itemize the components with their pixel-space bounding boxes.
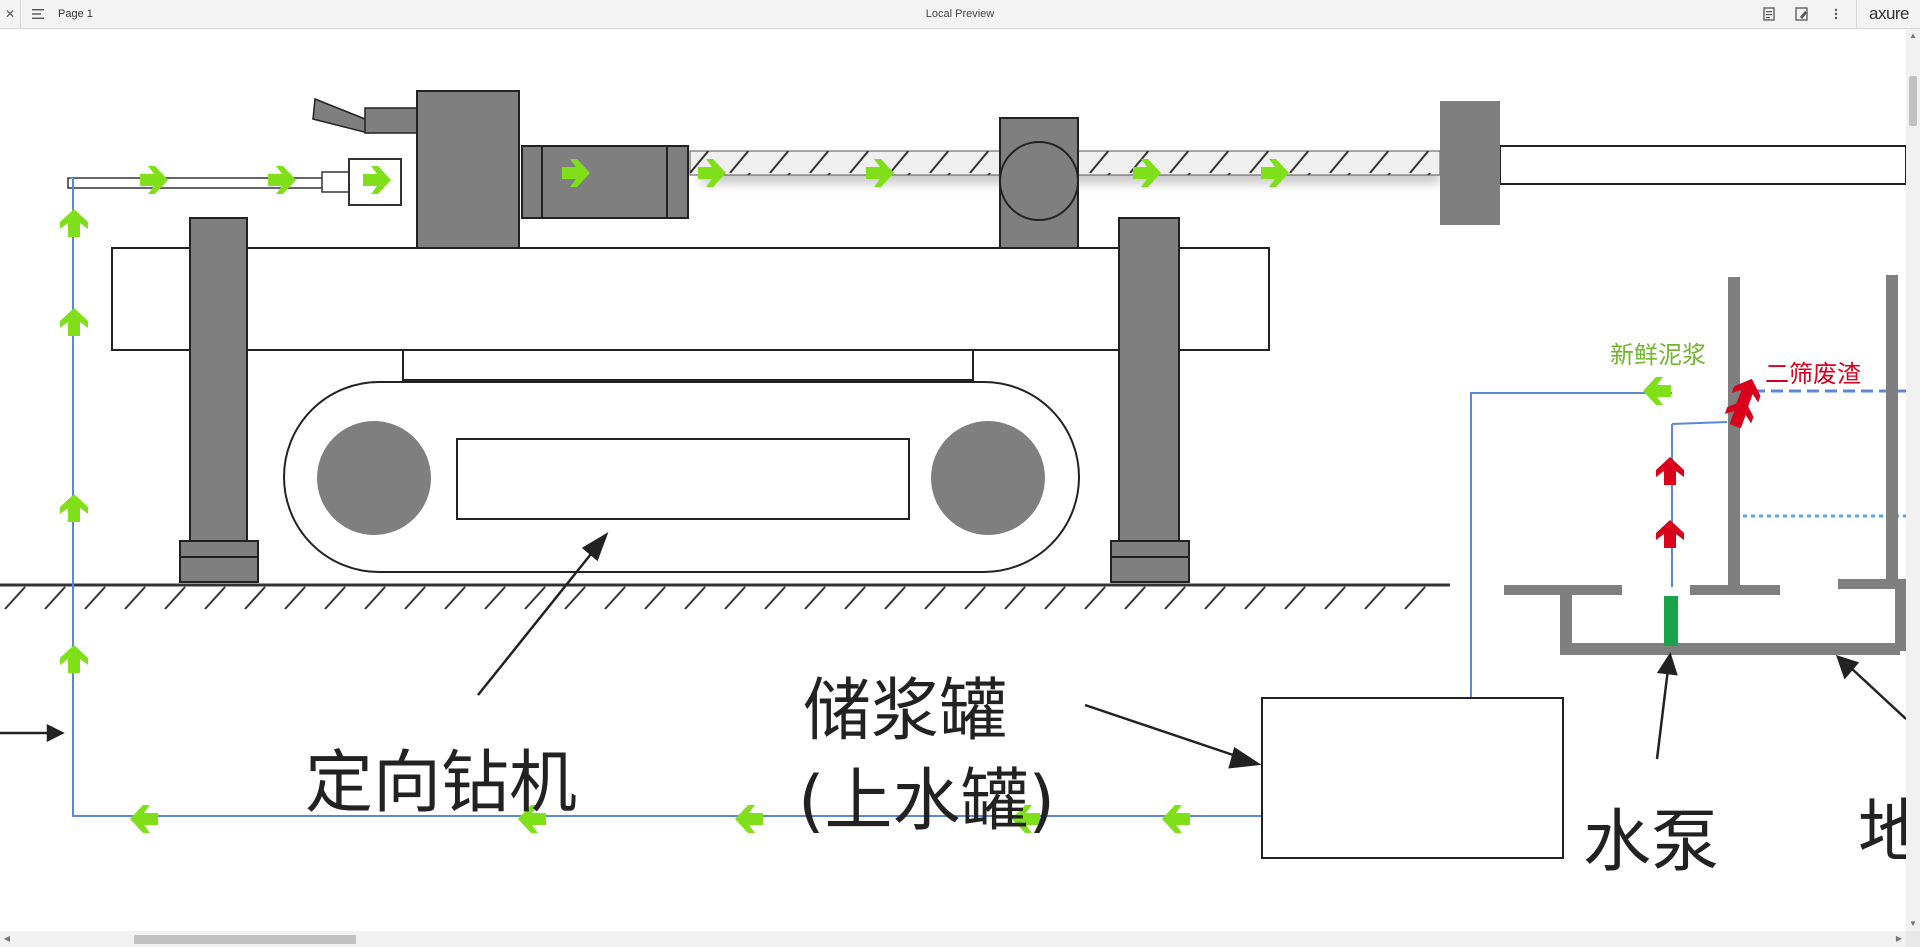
ground-pit-label: 地 [1858, 793, 1906, 872]
feed-pipe [67, 158, 402, 206]
ground-line [0, 583, 1450, 610]
drill-label: 定向钻机 [305, 744, 577, 823]
horizontal-scroll-thumb[interactable] [134, 935, 356, 944]
fresh-mud-label: 新鲜泥浆 [1610, 341, 1706, 369]
page-canvas: 定向钻机 储浆罐 (上水罐) 水泵 地 新鲜泥浆 二筛废渣 [0, 29, 1906, 931]
scroll-down-icon[interactable]: ▼ [1906, 917, 1920, 931]
sitemap-menu-icon[interactable] [30, 6, 46, 22]
close-icon[interactable]: ✕ [0, 0, 20, 28]
scroll-left-icon[interactable]: ◀ [0, 931, 14, 947]
notes-icon[interactable] [1761, 6, 1777, 22]
axure-logo: axure [1868, 4, 1910, 23]
rod-end-clamp [1440, 101, 1500, 225]
tank-label-line1: 储浆罐 [803, 672, 1007, 751]
vertical-scrollbar[interactable]: ▲ ▼ [1906, 29, 1920, 931]
storage-tank [1261, 697, 1564, 859]
page-name[interactable]: Page 1 [58, 0, 93, 28]
more-icon[interactable] [1828, 6, 1844, 22]
vertical-scroll-thumb[interactable] [1909, 76, 1917, 126]
preview-toolbar: ✕ Page 1 Local Preview axure [0, 0, 1920, 29]
preview-title: Local Preview [925, 8, 995, 20]
water-pump-body [1664, 596, 1678, 646]
crawler-track [283, 381, 1080, 573]
pump-label: 水泵 [1583, 803, 1719, 882]
toolbar-divider [20, 0, 21, 28]
mud-pit [1504, 275, 1906, 655]
toolbar-divider [1856, 0, 1857, 28]
horizontal-scrollbar[interactable]: ◀ ▶ [0, 931, 1906, 947]
inspect-icon[interactable] [1794, 6, 1810, 22]
tank-label-line2: (上水罐) [798, 762, 1055, 841]
scroll-right-icon[interactable]: ▶ [1892, 931, 1906, 947]
scrollbar-corner [1906, 931, 1920, 947]
scroll-up-icon[interactable]: ▲ [1906, 29, 1920, 43]
second-screen-waste-label: 二筛废渣 [1765, 360, 1861, 388]
drilling-mud-diagram: 定向钻机 储浆罐 (上水罐) 水泵 地 新鲜泥浆 二筛废渣 [0, 90, 1906, 882]
